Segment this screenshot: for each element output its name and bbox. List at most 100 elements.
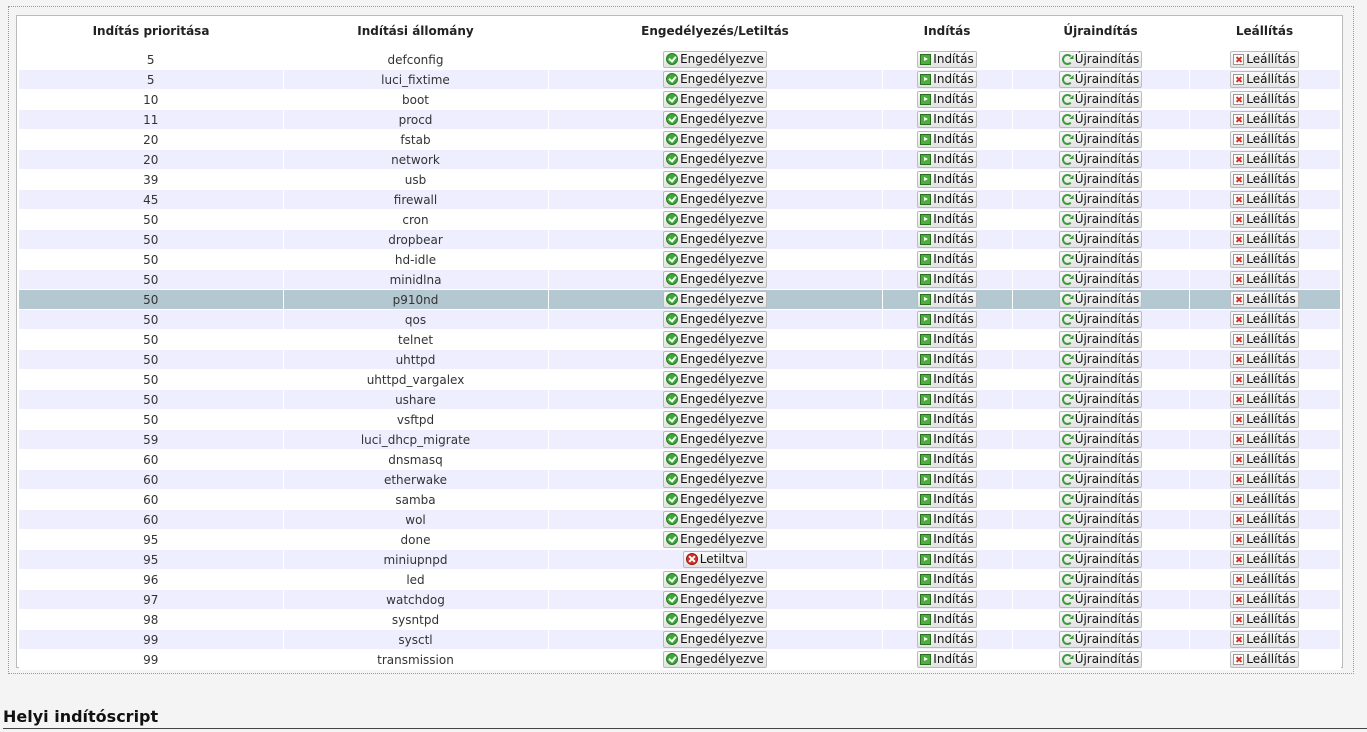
stop-button[interactable]: Leállítás: [1230, 391, 1299, 408]
enabled-toggle-button[interactable]: Engedélyezve: [663, 270, 767, 288]
start-button[interactable]: Indítás: [917, 51, 977, 68]
start-button[interactable]: Indítás: [917, 451, 977, 468]
start-button[interactable]: Indítás: [917, 391, 977, 408]
start-button[interactable]: Indítás: [917, 511, 977, 528]
start-button[interactable]: Indítás: [917, 291, 977, 308]
enabled-toggle-button[interactable]: Engedélyezve: [663, 650, 767, 668]
stop-button[interactable]: Leállítás: [1230, 491, 1299, 508]
enabled-toggle-button[interactable]: Engedélyezve: [663, 250, 767, 268]
restart-button[interactable]: Újraindítás: [1058, 651, 1143, 668]
stop-button[interactable]: Leállítás: [1230, 351, 1299, 368]
stop-button[interactable]: Leállítás: [1230, 631, 1299, 648]
restart-button[interactable]: Újraindítás: [1058, 611, 1143, 628]
stop-button[interactable]: Leállítás: [1230, 271, 1299, 288]
start-button[interactable]: Indítás: [917, 191, 977, 208]
enabled-toggle-button[interactable]: Engedélyezve: [663, 230, 767, 248]
stop-button[interactable]: Leállítás: [1230, 411, 1299, 428]
stop-button[interactable]: Leállítás: [1230, 651, 1299, 668]
restart-button[interactable]: Újraindítás: [1058, 291, 1143, 308]
restart-button[interactable]: Újraindítás: [1058, 211, 1143, 228]
enabled-toggle-button[interactable]: Engedélyezve: [663, 350, 767, 368]
enabled-toggle-button[interactable]: Engedélyezve: [663, 370, 767, 388]
enabled-toggle-button[interactable]: Engedélyezve: [663, 330, 767, 348]
restart-button[interactable]: Újraindítás: [1058, 151, 1143, 168]
restart-button[interactable]: Újraindítás: [1058, 91, 1143, 108]
restart-button[interactable]: Újraindítás: [1058, 51, 1143, 68]
enabled-toggle-button[interactable]: Engedélyezve: [663, 430, 767, 448]
start-button[interactable]: Indítás: [917, 211, 977, 228]
restart-button[interactable]: Újraindítás: [1058, 131, 1143, 148]
restart-button[interactable]: Újraindítás: [1058, 391, 1143, 408]
restart-button[interactable]: Újraindítás: [1058, 231, 1143, 248]
restart-button[interactable]: Újraindítás: [1058, 111, 1143, 128]
enabled-toggle-button[interactable]: Engedélyezve: [663, 450, 767, 468]
enabled-toggle-button[interactable]: Engedélyezve: [663, 630, 767, 648]
restart-button[interactable]: Újraindítás: [1058, 411, 1143, 428]
start-button[interactable]: Indítás: [917, 551, 977, 568]
enabled-toggle-button[interactable]: Engedélyezve: [663, 290, 767, 308]
restart-button[interactable]: Újraindítás: [1058, 71, 1143, 88]
stop-button[interactable]: Leállítás: [1230, 171, 1299, 188]
restart-button[interactable]: Újraindítás: [1058, 551, 1143, 568]
restart-button[interactable]: Újraindítás: [1058, 251, 1143, 268]
stop-button[interactable]: Leállítás: [1230, 331, 1299, 348]
start-button[interactable]: Indítás: [917, 231, 977, 248]
stop-button[interactable]: Leállítás: [1230, 191, 1299, 208]
stop-button[interactable]: Leállítás: [1230, 511, 1299, 528]
restart-button[interactable]: Újraindítás: [1058, 271, 1143, 288]
stop-button[interactable]: Leállítás: [1230, 51, 1299, 68]
restart-button[interactable]: Újraindítás: [1058, 451, 1143, 468]
restart-button[interactable]: Újraindítás: [1058, 491, 1143, 508]
restart-button[interactable]: Újraindítás: [1058, 331, 1143, 348]
stop-button[interactable]: Leállítás: [1230, 71, 1299, 88]
enabled-toggle-button[interactable]: Engedélyezve: [663, 90, 767, 108]
start-button[interactable]: Indítás: [917, 251, 977, 268]
stop-button[interactable]: Leállítás: [1230, 451, 1299, 468]
start-button[interactable]: Indítás: [917, 571, 977, 588]
enabled-toggle-button[interactable]: Engedélyezve: [663, 210, 767, 228]
enabled-toggle-button[interactable]: Engedélyezve: [663, 610, 767, 628]
enabled-toggle-button[interactable]: Engedélyezve: [663, 390, 767, 408]
start-button[interactable]: Indítás: [917, 611, 977, 628]
start-button[interactable]: Indítás: [917, 131, 977, 148]
stop-button[interactable]: Leállítás: [1230, 591, 1299, 608]
enabled-toggle-button[interactable]: Engedélyezve: [663, 50, 767, 68]
restart-button[interactable]: Újraindítás: [1058, 591, 1143, 608]
stop-button[interactable]: Leállítás: [1230, 291, 1299, 308]
restart-button[interactable]: Újraindítás: [1058, 171, 1143, 188]
enabled-toggle-button[interactable]: Engedélyezve: [663, 130, 767, 148]
stop-button[interactable]: Leállítás: [1230, 211, 1299, 228]
enabled-toggle-button[interactable]: Engedélyezve: [663, 590, 767, 608]
start-button[interactable]: Indítás: [917, 271, 977, 288]
start-button[interactable]: Indítás: [917, 631, 977, 648]
start-button[interactable]: Indítás: [917, 531, 977, 548]
stop-button[interactable]: Leállítás: [1230, 371, 1299, 388]
enabled-toggle-button[interactable]: Engedélyezve: [663, 150, 767, 168]
restart-button[interactable]: Újraindítás: [1058, 531, 1143, 548]
start-button[interactable]: Indítás: [917, 431, 977, 448]
enabled-toggle-button[interactable]: Engedélyezve: [663, 170, 767, 188]
start-button[interactable]: Indítás: [917, 151, 977, 168]
enabled-toggle-button[interactable]: Engedélyezve: [663, 190, 767, 208]
restart-button[interactable]: Újraindítás: [1058, 571, 1143, 588]
stop-button[interactable]: Leállítás: [1230, 571, 1299, 588]
start-button[interactable]: Indítás: [917, 311, 977, 328]
stop-button[interactable]: Leállítás: [1230, 131, 1299, 148]
stop-button[interactable]: Leállítás: [1230, 91, 1299, 108]
enabled-toggle-button[interactable]: Engedélyezve: [663, 70, 767, 88]
enabled-toggle-button[interactable]: Engedélyezve: [663, 310, 767, 328]
enabled-toggle-button[interactable]: Engedélyezve: [663, 110, 767, 128]
restart-button[interactable]: Újraindítás: [1058, 511, 1143, 528]
start-button[interactable]: Indítás: [917, 171, 977, 188]
start-button[interactable]: Indítás: [917, 331, 977, 348]
start-button[interactable]: Indítás: [917, 371, 977, 388]
restart-button[interactable]: Újraindítás: [1058, 371, 1143, 388]
stop-button[interactable]: Leállítás: [1230, 471, 1299, 488]
stop-button[interactable]: Leállítás: [1230, 231, 1299, 248]
start-button[interactable]: Indítás: [917, 351, 977, 368]
stop-button[interactable]: Leállítás: [1230, 311, 1299, 328]
stop-button[interactable]: Leállítás: [1230, 551, 1299, 568]
restart-button[interactable]: Újraindítás: [1058, 191, 1143, 208]
restart-button[interactable]: Újraindítás: [1058, 471, 1143, 488]
enabled-toggle-button[interactable]: Engedélyezve: [663, 530, 767, 548]
